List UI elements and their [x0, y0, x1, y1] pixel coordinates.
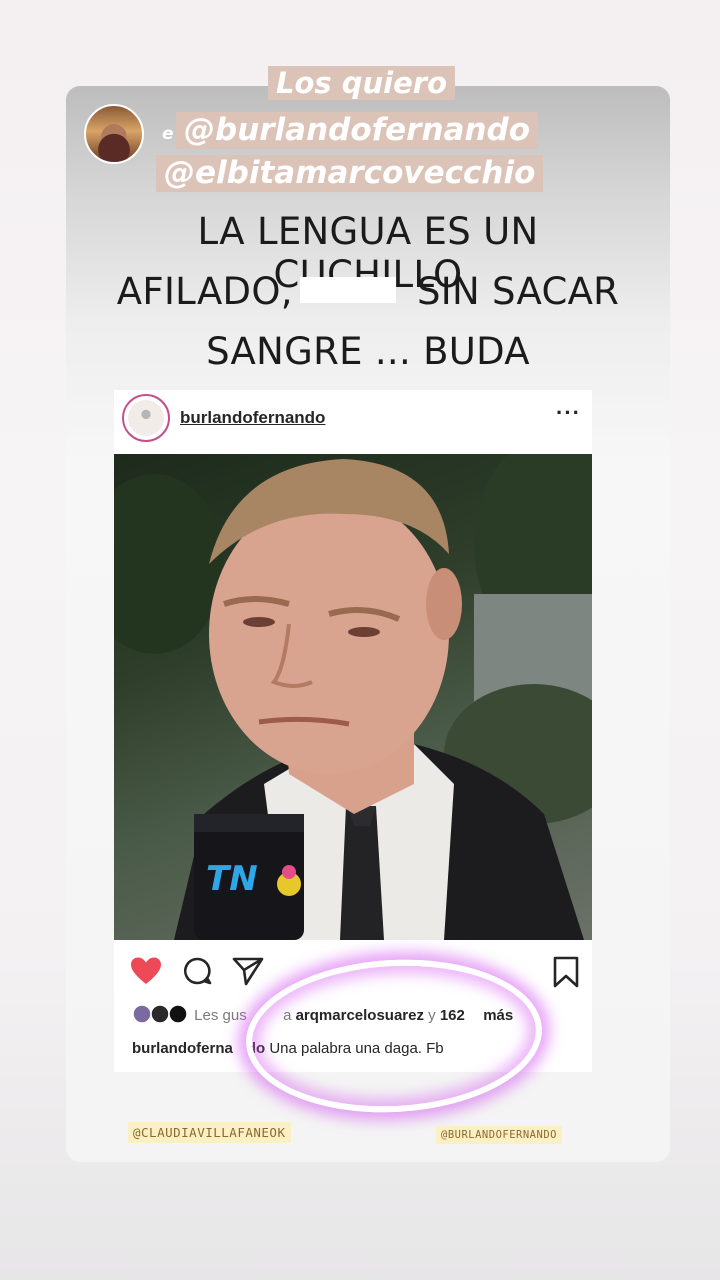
avatar-image — [128, 400, 164, 436]
bookmark-icon[interactable] — [552, 956, 580, 988]
likes-prefix: Les gus — [194, 1007, 247, 1024]
caption-user[interactable]: burlandoferna — [132, 1040, 233, 1057]
censored-word — [300, 277, 396, 303]
story-prefix: e — [162, 124, 174, 144]
tag-claudiavillafaneok[interactable]: @CLAUDIAVILLAFANEOK — [128, 1122, 291, 1143]
tn-logo: TN — [206, 859, 258, 899]
tag-burlandofernando[interactable]: @BURLANDOFERNANDO — [436, 1126, 562, 1144]
story-author-avatar[interactable] — [84, 104, 144, 164]
post-username[interactable]: burlandofernando — [180, 408, 325, 428]
mention-elbitamarcovecchio[interactable]: @elbitamarcovecchio — [156, 155, 544, 192]
heart-icon[interactable] — [130, 956, 162, 986]
quote-line-3: SANGRE ... BUDA — [206, 330, 530, 373]
mention-burlandofernando[interactable]: @burlandofernando — [176, 112, 538, 149]
post-photo[interactable]: TN — [114, 454, 592, 940]
liker-avatars — [132, 1004, 188, 1024]
more-icon[interactable]: ··· — [556, 400, 581, 426]
photo-scene: TN — [114, 454, 592, 940]
post-author-avatar[interactable] — [122, 394, 170, 442]
share-icon[interactable] — [232, 956, 264, 986]
comment-icon[interactable] — [182, 956, 212, 986]
story-headline: Los quiero — [268, 66, 455, 101]
